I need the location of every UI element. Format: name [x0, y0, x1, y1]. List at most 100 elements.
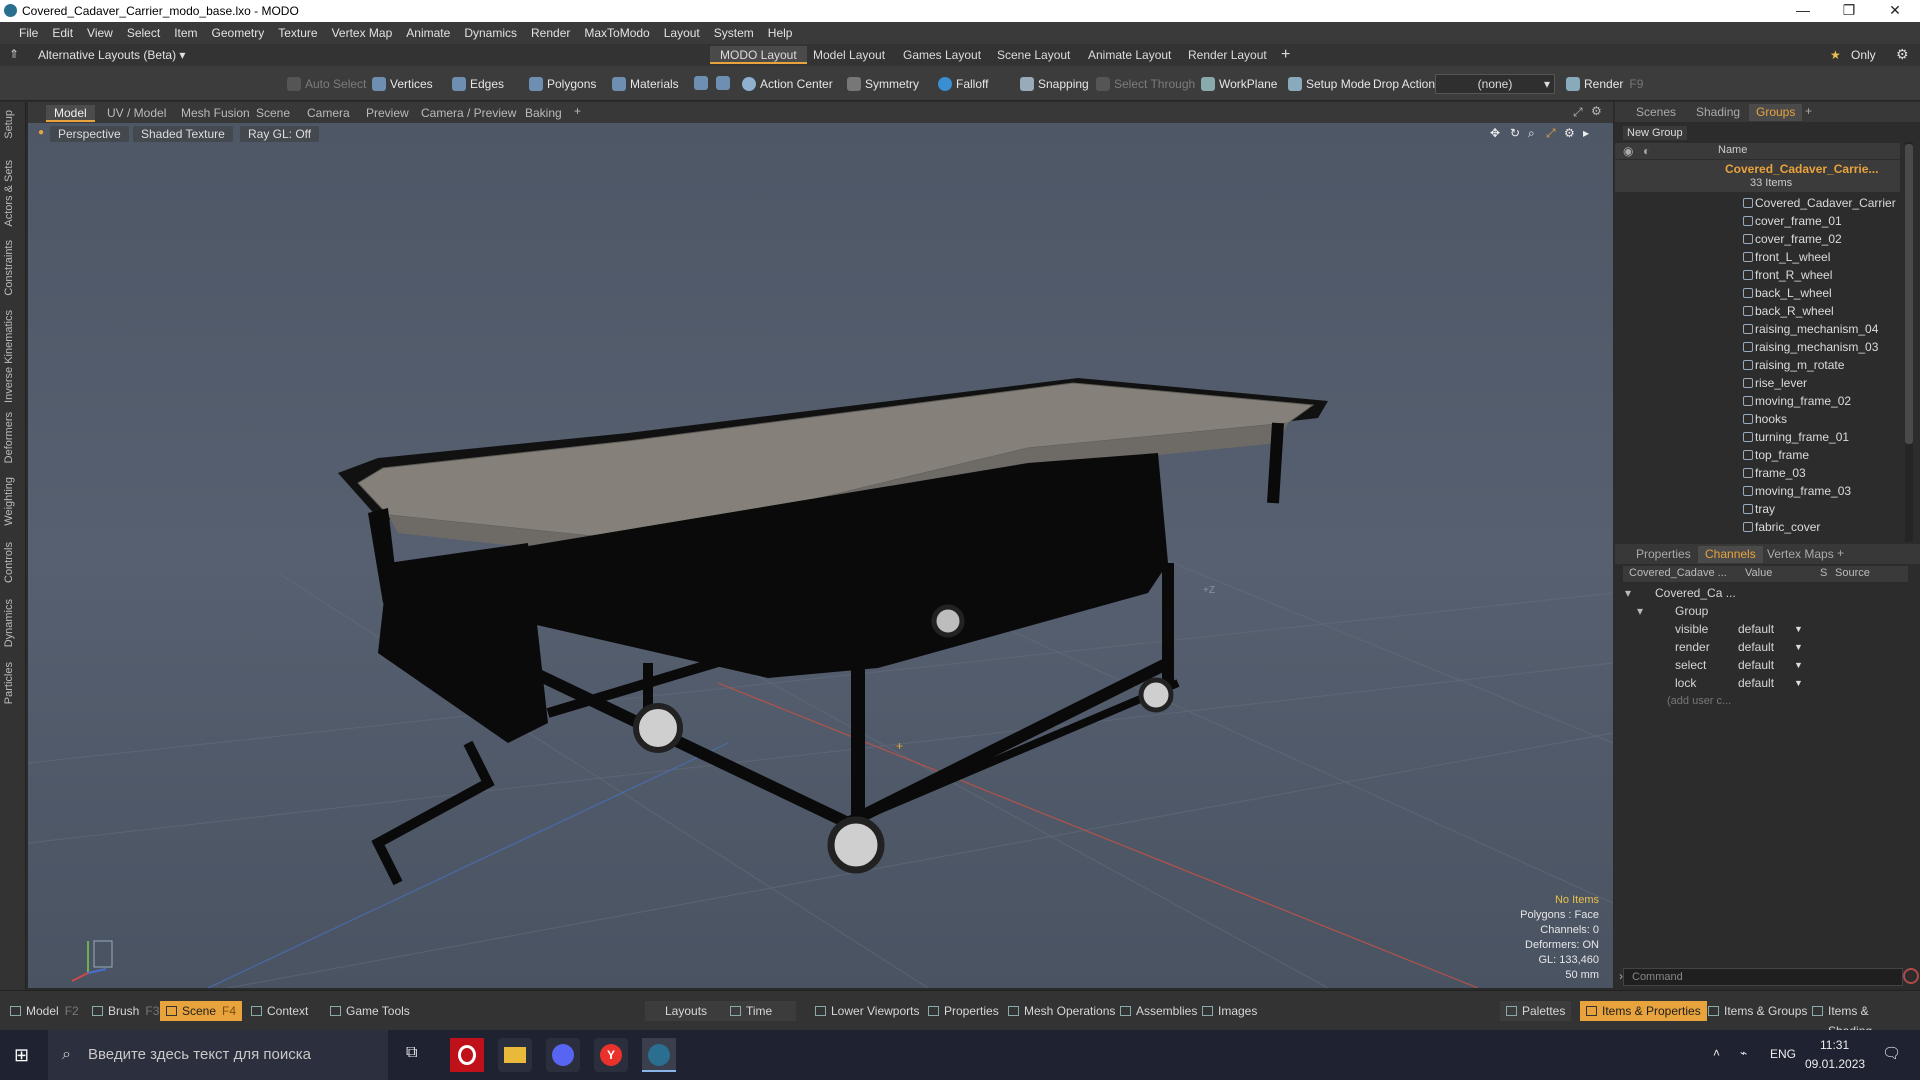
menu-vertex-map[interactable]: Vertex Map [325, 22, 400, 44]
tab-modo-layout[interactable]: MODO Layout [710, 46, 807, 64]
list-item[interactable]: front_L_wheel [1615, 248, 1900, 266]
render-button[interactable]: Render F9 [1562, 74, 1649, 94]
tab-baking[interactable]: Baking [517, 105, 570, 122]
tab-properties[interactable]: Properties [1629, 546, 1698, 563]
menu-select[interactable]: Select [120, 22, 167, 44]
notifications-icon[interactable]: 🗨 [1882, 1044, 1901, 1062]
channels-col-source[interactable]: Source [1835, 567, 1870, 579]
setup-mode-button[interactable]: Setup Mode [1284, 74, 1377, 94]
gear-icon[interactable]: ⚙ [1896, 46, 1909, 63]
tab-shading[interactable]: Shading [1689, 104, 1747, 121]
tab-channels[interactable]: Channels [1698, 546, 1763, 563]
assemblies-button[interactable]: Assemblies [1114, 1001, 1203, 1021]
sidetab-weighting[interactable]: Weighting [3, 477, 15, 526]
menu-maxtomodo[interactable]: MaxToModo [577, 22, 656, 44]
items-groups-button[interactable]: Items & Groups [1702, 1001, 1813, 1021]
network-icon[interactable]: ⌁ [1740, 1046, 1747, 1060]
workplane-button[interactable]: WorkPlane [1197, 74, 1283, 94]
tab-groups[interactable]: Groups [1749, 104, 1803, 121]
star-icon[interactable]: ★ [1830, 48, 1841, 62]
scene-button[interactable]: Scene F4 [160, 1001, 243, 1021]
windows-start-icon[interactable]: ⊞ [14, 1045, 29, 1066]
list-item[interactable]: Covered_Cadaver_Carrier [1615, 194, 1900, 212]
name-column-header[interactable]: Name [1718, 144, 1747, 156]
3d-viewport[interactable]: ● Perspective Shaded Texture Ray GL: Off… [28, 123, 1613, 988]
tab-camera-preview[interactable]: Camera / Preview [413, 105, 524, 122]
list-item[interactable]: rise_lever [1615, 374, 1900, 392]
channel-root-row[interactable]: ▾ Covered_Ca ... [1615, 584, 1920, 602]
channel-row-lock[interactable]: lock default ▼ [1615, 674, 1920, 692]
tab-mesh-fusion[interactable]: Mesh Fusion [173, 105, 258, 122]
add-props-tab-icon[interactable]: + [1837, 546, 1844, 560]
tab-scene-layout[interactable]: Scene Layout [987, 46, 1080, 64]
symmetry-button[interactable]: Symmetry [843, 74, 925, 94]
tab-preview[interactable]: Preview [358, 105, 417, 122]
menu-item[interactable]: Item [167, 22, 204, 44]
images-button[interactable]: Images [1196, 1001, 1263, 1021]
list-item[interactable]: back_L_wheel [1615, 284, 1900, 302]
add-panel-icon[interactable]: + [1805, 104, 1812, 118]
sidetab-deformers[interactable]: Deformers [3, 412, 15, 463]
select-through-button[interactable]: Select Through [1092, 74, 1201, 94]
tab-render-layout[interactable]: Render Layout [1178, 46, 1277, 64]
tab-scenes[interactable]: Scenes [1629, 104, 1683, 121]
action-center-button[interactable]: Action Center [738, 74, 839, 94]
eye-icon[interactable]: ◉ [1623, 144, 1633, 158]
tab-vertex-maps[interactable]: Vertex Maps [1760, 546, 1841, 563]
add-user-channel[interactable]: (add user c... [1615, 692, 1920, 710]
minimize-button[interactable]: — [1780, 0, 1826, 22]
game-tools-button[interactable]: Game Tools [324, 1001, 416, 1021]
group-row[interactable]: Covered_Cadaver_Carrie... 33 Items [1615, 160, 1900, 192]
tray-expand-icon[interactable]: ˄ [1713, 1046, 1720, 1060]
materials-button[interactable]: Materials [608, 74, 685, 94]
vertices-button[interactable]: Vertices [368, 74, 439, 94]
snapping-button[interactable]: Snapping [1016, 74, 1095, 94]
context-button[interactable]: Context [245, 1001, 314, 1021]
tab-uv-model[interactable]: UV / Model [99, 105, 174, 122]
only-label[interactable]: Only [1851, 48, 1876, 62]
brush-button[interactable]: Brush F3 [86, 1001, 165, 1021]
polygons-button[interactable]: Polygons [525, 74, 602, 94]
discord-icon[interactable] [546, 1038, 580, 1072]
list-item[interactable]: hooks [1615, 410, 1900, 428]
list-item[interactable]: moving_frame_02 [1615, 392, 1900, 410]
list-item[interactable]: top_frame [1615, 446, 1900, 464]
list-item[interactable]: turning_frame_01 [1615, 428, 1900, 446]
channels-col-value[interactable]: Value [1745, 567, 1772, 579]
task-view-icon[interactable]: ⧉ [406, 1044, 417, 1062]
list-item[interactable]: cover_frame_02 [1615, 230, 1900, 248]
menu-dynamics[interactable]: Dynamics [457, 22, 524, 44]
channel-row-visible[interactable]: visible default ▼ [1615, 620, 1920, 638]
viewport-gear-icon[interactable]: ⚙ [1591, 104, 1602, 118]
list-item[interactable]: tray [1615, 500, 1900, 518]
menu-layout[interactable]: Layout [657, 22, 707, 44]
tab-scene[interactable]: Scene [248, 105, 298, 122]
list-item[interactable]: back_R_wheel [1615, 302, 1900, 320]
menu-system[interactable]: System [707, 22, 761, 44]
language-indicator[interactable]: ENG [1770, 1047, 1796, 1061]
new-group-button[interactable]: New Group [1623, 126, 1687, 140]
lock-icon[interactable]: ◐ [1643, 144, 1650, 158]
channels-col-item[interactable]: Covered_Cadave ... [1629, 567, 1727, 579]
tab-games-layout[interactable]: Games Layout [893, 46, 991, 64]
list-item[interactable]: cover_frame_01 [1615, 212, 1900, 230]
file-explorer-icon[interactable] [498, 1038, 532, 1072]
opera-app-icon[interactable] [450, 1038, 484, 1072]
select-mode-2-icon[interactable] [716, 76, 730, 90]
channel-row-select[interactable]: select default ▼ [1615, 656, 1920, 674]
mesh-operations-button[interactable]: Mesh Operations [1002, 1001, 1121, 1021]
menu-view[interactable]: View [80, 22, 120, 44]
sidetab-constraints[interactable]: Constraints [3, 240, 15, 296]
expand-icon[interactable]: ⤢ [1573, 105, 1583, 120]
collapse-icon[interactable]: ⇑ [9, 47, 19, 61]
layout-selector[interactable]: Alternative Layouts (Beta) ▾ [38, 48, 185, 62]
menu-texture[interactable]: Texture [271, 22, 324, 44]
tab-camera[interactable]: Camera [299, 105, 358, 122]
list-item[interactable]: frame_03 [1615, 464, 1900, 482]
clock-time[interactable]: 11:31 [1820, 1038, 1849, 1052]
list-item[interactable]: raising_mechanism_03 [1615, 338, 1900, 356]
menu-edit[interactable]: Edit [45, 22, 80, 44]
list-item[interactable]: moving_frame_03 [1615, 482, 1900, 500]
menu-render[interactable]: Render [524, 22, 577, 44]
sidetab-particles[interactable]: Particles [3, 662, 15, 704]
